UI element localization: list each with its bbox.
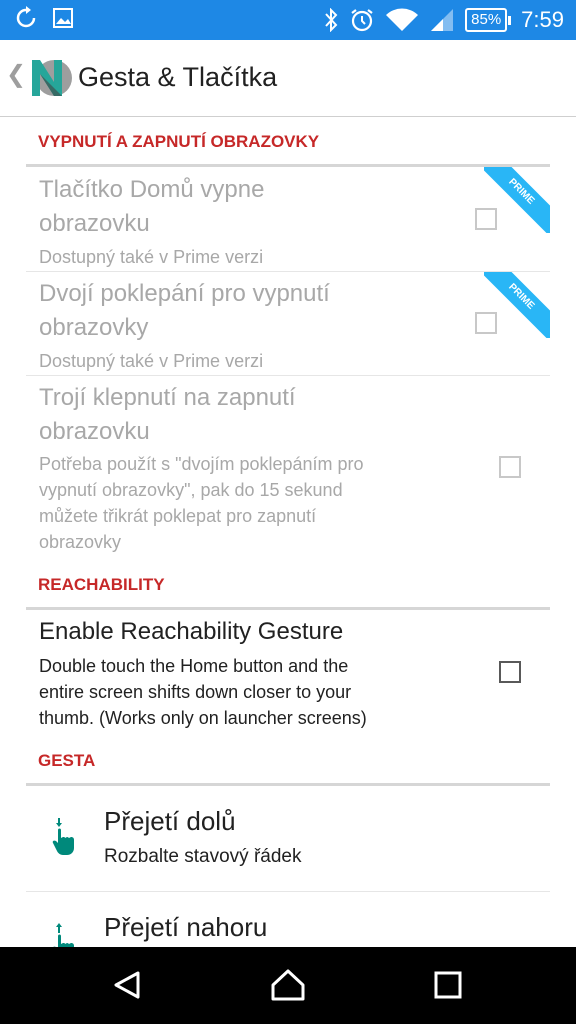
swipe-down-hand-icon [52, 818, 74, 855]
chevron-left-icon[interactable]: ❮ [6, 60, 26, 88]
pref-home-button-screen-off[interactable]: Tlačítko Domů vypne obrazovku Dostupný t… [26, 167, 550, 272]
gesture-title: Přejetí nahoru [104, 912, 268, 942]
gesture-subtitle: Rozbalte stavový řádek [104, 846, 302, 867]
pref-reachability-gesture[interactable]: Enable Reachability Gesture Double touch… [26, 610, 550, 736]
nova-logo-icon[interactable] [28, 56, 72, 100]
gesture-title: Přejetí dolů [104, 806, 236, 836]
status-bar: 85% 7:59 [0, 0, 576, 40]
prime-badge: PRIME [484, 272, 550, 338]
checkbox[interactable] [499, 661, 521, 683]
wifi-icon [386, 8, 419, 31]
prime-badge: PRIME [484, 167, 550, 233]
pref-title: Trojí klepnutí na zapnutí obrazovku [39, 384, 296, 445]
checkbox[interactable] [499, 456, 521, 478]
pref-summary: Dostupný také v Prime verzi [39, 351, 264, 371]
pref-summary: Double touch the Home button and the ent… [39, 656, 367, 728]
battery-indicator: 85% [465, 8, 512, 32]
pref-title: Enable Reachability Gesture [39, 618, 344, 645]
pref-title: Tlačítko Domů vypne obrazovku [39, 176, 265, 237]
home-circle-icon[interactable] [268, 965, 308, 1005]
pref-triple-tap-screen-on[interactable]: Trojí klepnutí na zapnutí obrazovku Potř… [26, 376, 550, 562]
pref-summary: Potřeba použít s "dvojím poklepáním pro … [39, 454, 364, 552]
section-header-screen: VYPNUTÍ A ZAPNUTÍ OBRAZOVKY [26, 117, 550, 167]
pref-title: Dvojí poklepání pro vypnutí obrazovky [39, 280, 330, 341]
bluetooth-icon [325, 8, 338, 32]
pref-double-tap-screen-off[interactable]: Dvojí poklepání pro vypnutí obrazovky Do… [26, 272, 550, 376]
signal-icon [431, 9, 454, 31]
image-icon [53, 8, 73, 28]
battery-level: 85 [471, 11, 488, 28]
pref-summary: Dostupný také v Prime verzi [39, 247, 264, 267]
page-title: Gesta & Tlačítka [78, 62, 278, 92]
settings-list[interactable]: VYPNUTÍ A ZAPNUTÍ OBRAZOVKY Tlačítko Dom… [0, 117, 576, 947]
section-header-gesta: GESTA [26, 736, 550, 786]
alarm-icon [351, 9, 373, 32]
swipe-up-hand-icon [53, 923, 74, 947]
back-triangle-icon[interactable] [108, 965, 148, 1005]
gesture-item-swipe-down[interactable]: Přejetí dolů Rozbalte stavový řádek [26, 786, 550, 892]
recents-square-icon[interactable] [428, 965, 468, 1005]
clock: 7:59 [521, 7, 564, 32]
action-bar: ❮ Gesta & Tlačítka [0, 40, 576, 117]
section-header-reachability: REACHABILITY [26, 560, 550, 610]
gesture-item-swipe-up[interactable]: Přejetí nahoru [26, 892, 550, 947]
navigation-bar [0, 947, 576, 1024]
sync-icon [16, 6, 36, 28]
